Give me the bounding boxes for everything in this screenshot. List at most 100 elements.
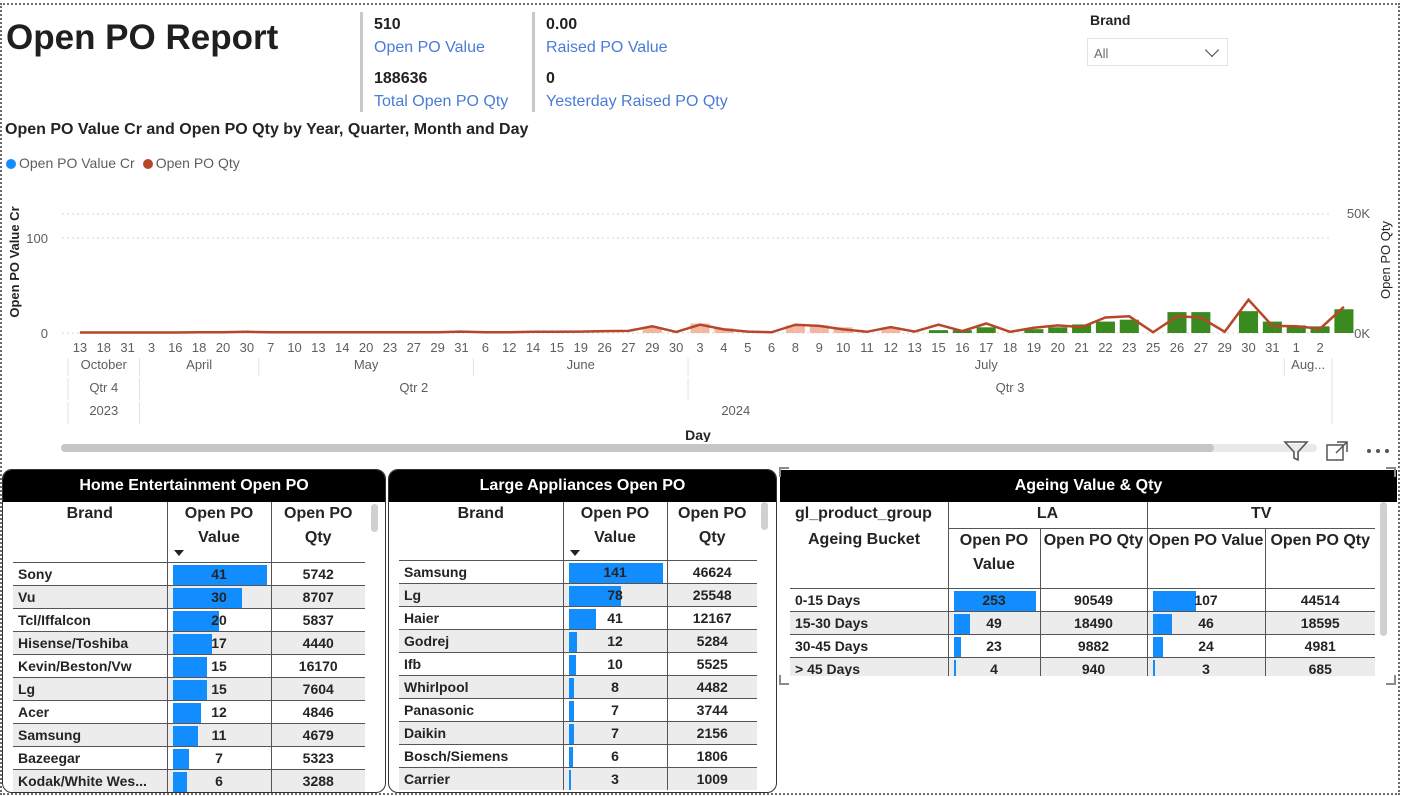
table-row[interactable]: 30-45 Days 23 9882 24 4981: [790, 633, 1375, 657]
table-row[interactable]: Sony 41 5742: [13, 561, 365, 585]
col-open-po-qty[interactable]: Open PO Qty: [666, 502, 757, 560]
x-tick-label: 3: [148, 340, 155, 355]
cell-value: 78: [607, 586, 623, 603]
table-row[interactable]: Bosch/Siemens 6 1806: [399, 743, 757, 767]
x-tick-label: 11: [860, 340, 874, 355]
x-tick-label: 2: [1316, 340, 1323, 355]
table-row[interactable]: Samsung 11 4679: [13, 722, 365, 746]
cell-value-bar: 15: [166, 676, 271, 700]
cell-tv-value-bar: 46: [1146, 610, 1265, 634]
cell-tv-qty: 44514: [1264, 587, 1375, 611]
cell-qty: 4846: [270, 699, 365, 723]
group-la[interactable]: LA: [947, 502, 1147, 529]
table-row[interactable]: Godrej 12 5284: [399, 628, 757, 652]
group-tv[interactable]: TV: [1146, 502, 1375, 529]
x-tick-label: 15: [931, 340, 945, 355]
table-row[interactable]: Ifb 10 5525: [399, 651, 757, 675]
table-row[interactable]: Samsung 141 46624: [399, 559, 757, 583]
cell-brand: Vu: [13, 584, 167, 608]
table-row[interactable]: Daikin 7 2156: [399, 720, 757, 744]
table-row[interactable]: 0-15 Days 253 90549 107 44514: [790, 587, 1375, 611]
col-tv-open-po-value[interactable]: Open PO Value: [1146, 528, 1265, 588]
table-row[interactable]: Lg 15 7604: [13, 676, 365, 700]
x-axis-title: Day: [685, 427, 711, 442]
table-vertical-scrollbar[interactable]: [761, 502, 768, 530]
table-row[interactable]: Tcl/Iffalcon 20 5837: [13, 607, 365, 631]
cell-value: 3: [1202, 660, 1210, 677]
col-brand[interactable]: Brand: [399, 502, 563, 560]
ageing-matrix: Ageing Value & Qty gl_product_group LA T…: [779, 469, 1398, 677]
cell-value: 12: [607, 632, 623, 649]
x-tick-label: 5: [744, 340, 751, 355]
cell-value: 3: [611, 770, 619, 787]
kpi-open-po-value: 510: [374, 16, 401, 33]
table-row[interactable]: Kevin/Beston/Vw 15 16170: [13, 653, 365, 677]
brand-slicer-dropdown[interactable]: All: [1087, 38, 1228, 66]
table-vertical-scrollbar[interactable]: [1380, 502, 1387, 636]
kpi-total-open-po-qty: 188636: [374, 70, 428, 87]
x-tick-label: 20: [1051, 340, 1065, 355]
col-open-po-qty[interactable]: Open PO Qty: [270, 502, 365, 562]
x-tick-label: 14: [335, 340, 349, 355]
kpi-open-po-value-label: Open PO Value: [374, 39, 485, 56]
cell-value: 41: [607, 609, 623, 626]
cell-value-bar: 78: [562, 582, 667, 606]
cell-value: 7: [611, 701, 619, 718]
chart-bar: [1262, 321, 1282, 333]
cell-value-bar: 8: [562, 674, 667, 698]
chart-bar: [1238, 311, 1259, 333]
scrollbar-thumb[interactable]: [61, 444, 1214, 452]
cell-qty: 3288: [270, 768, 365, 792]
cell-qty: 46624: [666, 559, 757, 583]
table-row[interactable]: Kodak/White Wes... 6 3288: [13, 768, 365, 792]
cell-brand: Kevin/Beston/Vw: [13, 653, 167, 677]
x-tick-label: 21: [1074, 340, 1088, 355]
cell-la-qty: 90549: [1039, 587, 1147, 611]
x-tick-label: 18: [97, 340, 111, 355]
focus-mode-icon[interactable]: [1325, 440, 1349, 462]
x-tick-label: 26: [597, 340, 611, 355]
kpi-yesterday-raised-po-qty-label: Yesterday Raised PO Qty: [546, 93, 728, 110]
col-open-po-value[interactable]: Open PO Value: [166, 502, 271, 562]
legend-item-value[interactable]: Open PO Value Cr: [6, 155, 135, 171]
y-tick-label: 0: [41, 326, 48, 341]
table-row[interactable]: Hisense/Toshiba 17 4440: [13, 630, 365, 654]
sort-desc-icon: [168, 550, 271, 558]
cell-value: 6: [611, 747, 619, 764]
cell-value-bar: 20: [166, 607, 271, 631]
x-category-label: May: [354, 357, 379, 372]
table-row[interactable]: Carrier 3 1009: [399, 766, 757, 790]
table-row[interactable]: Acer 12 4846: [13, 699, 365, 723]
col-la-open-po-value[interactable]: Open PO Value: [947, 528, 1040, 588]
col-open-po-value[interactable]: Open PO Value: [562, 502, 667, 560]
filter-icon[interactable]: [1283, 440, 1309, 462]
table-row[interactable]: Vu 30 8707: [13, 584, 365, 608]
chart-bar: [1095, 321, 1115, 333]
col-ageing-bucket[interactable]: Ageing Bucket: [790, 528, 948, 588]
x-tick-label: 9: [816, 340, 823, 355]
kpi-raised-po-value: 0.00: [546, 16, 578, 33]
table-row[interactable]: Bazeegar 7 5323: [13, 745, 365, 769]
cell-value: 11: [211, 726, 227, 743]
combo-chart[interactable]: 100050K0KOpen PO Value Cr Open PO Qty13 18…: [0, 190, 1400, 442]
chart-horizontal-scrollbar[interactable]: [61, 444, 1317, 452]
x-tick-label: 13: [73, 340, 87, 355]
table-row[interactable]: Lg 78 25548: [399, 582, 757, 606]
more-options-icon[interactable]: [1365, 440, 1391, 462]
x-tick-label: 8: [792, 340, 799, 355]
table-vertical-scrollbar[interactable]: [371, 504, 378, 532]
cell-brand: Acer: [13, 699, 167, 723]
col-tv-open-po-qty[interactable]: Open PO Qty: [1264, 528, 1375, 588]
table-row[interactable]: Haier 41 12167: [399, 605, 757, 629]
table-row[interactable]: 15-30 Days 49 18490 46 18595: [790, 610, 1375, 634]
legend-item-qty[interactable]: Open PO Qty: [142, 155, 240, 171]
col-brand[interactable]: Brand: [13, 502, 167, 562]
x-tick-label: 29: [1217, 340, 1231, 355]
cell-brand: Whirlpool: [399, 674, 563, 698]
table-row[interactable]: Panasonic 7 3744: [399, 697, 757, 721]
x-tick-label: 6: [482, 340, 489, 355]
table-row[interactable]: Whirlpool 8 4482: [399, 674, 757, 698]
cell-qty: 25548: [666, 582, 757, 606]
col-la-open-po-qty[interactable]: Open PO Qty: [1039, 528, 1147, 588]
table-row[interactable]: > 45 Days 4 940 3 685: [790, 656, 1375, 677]
